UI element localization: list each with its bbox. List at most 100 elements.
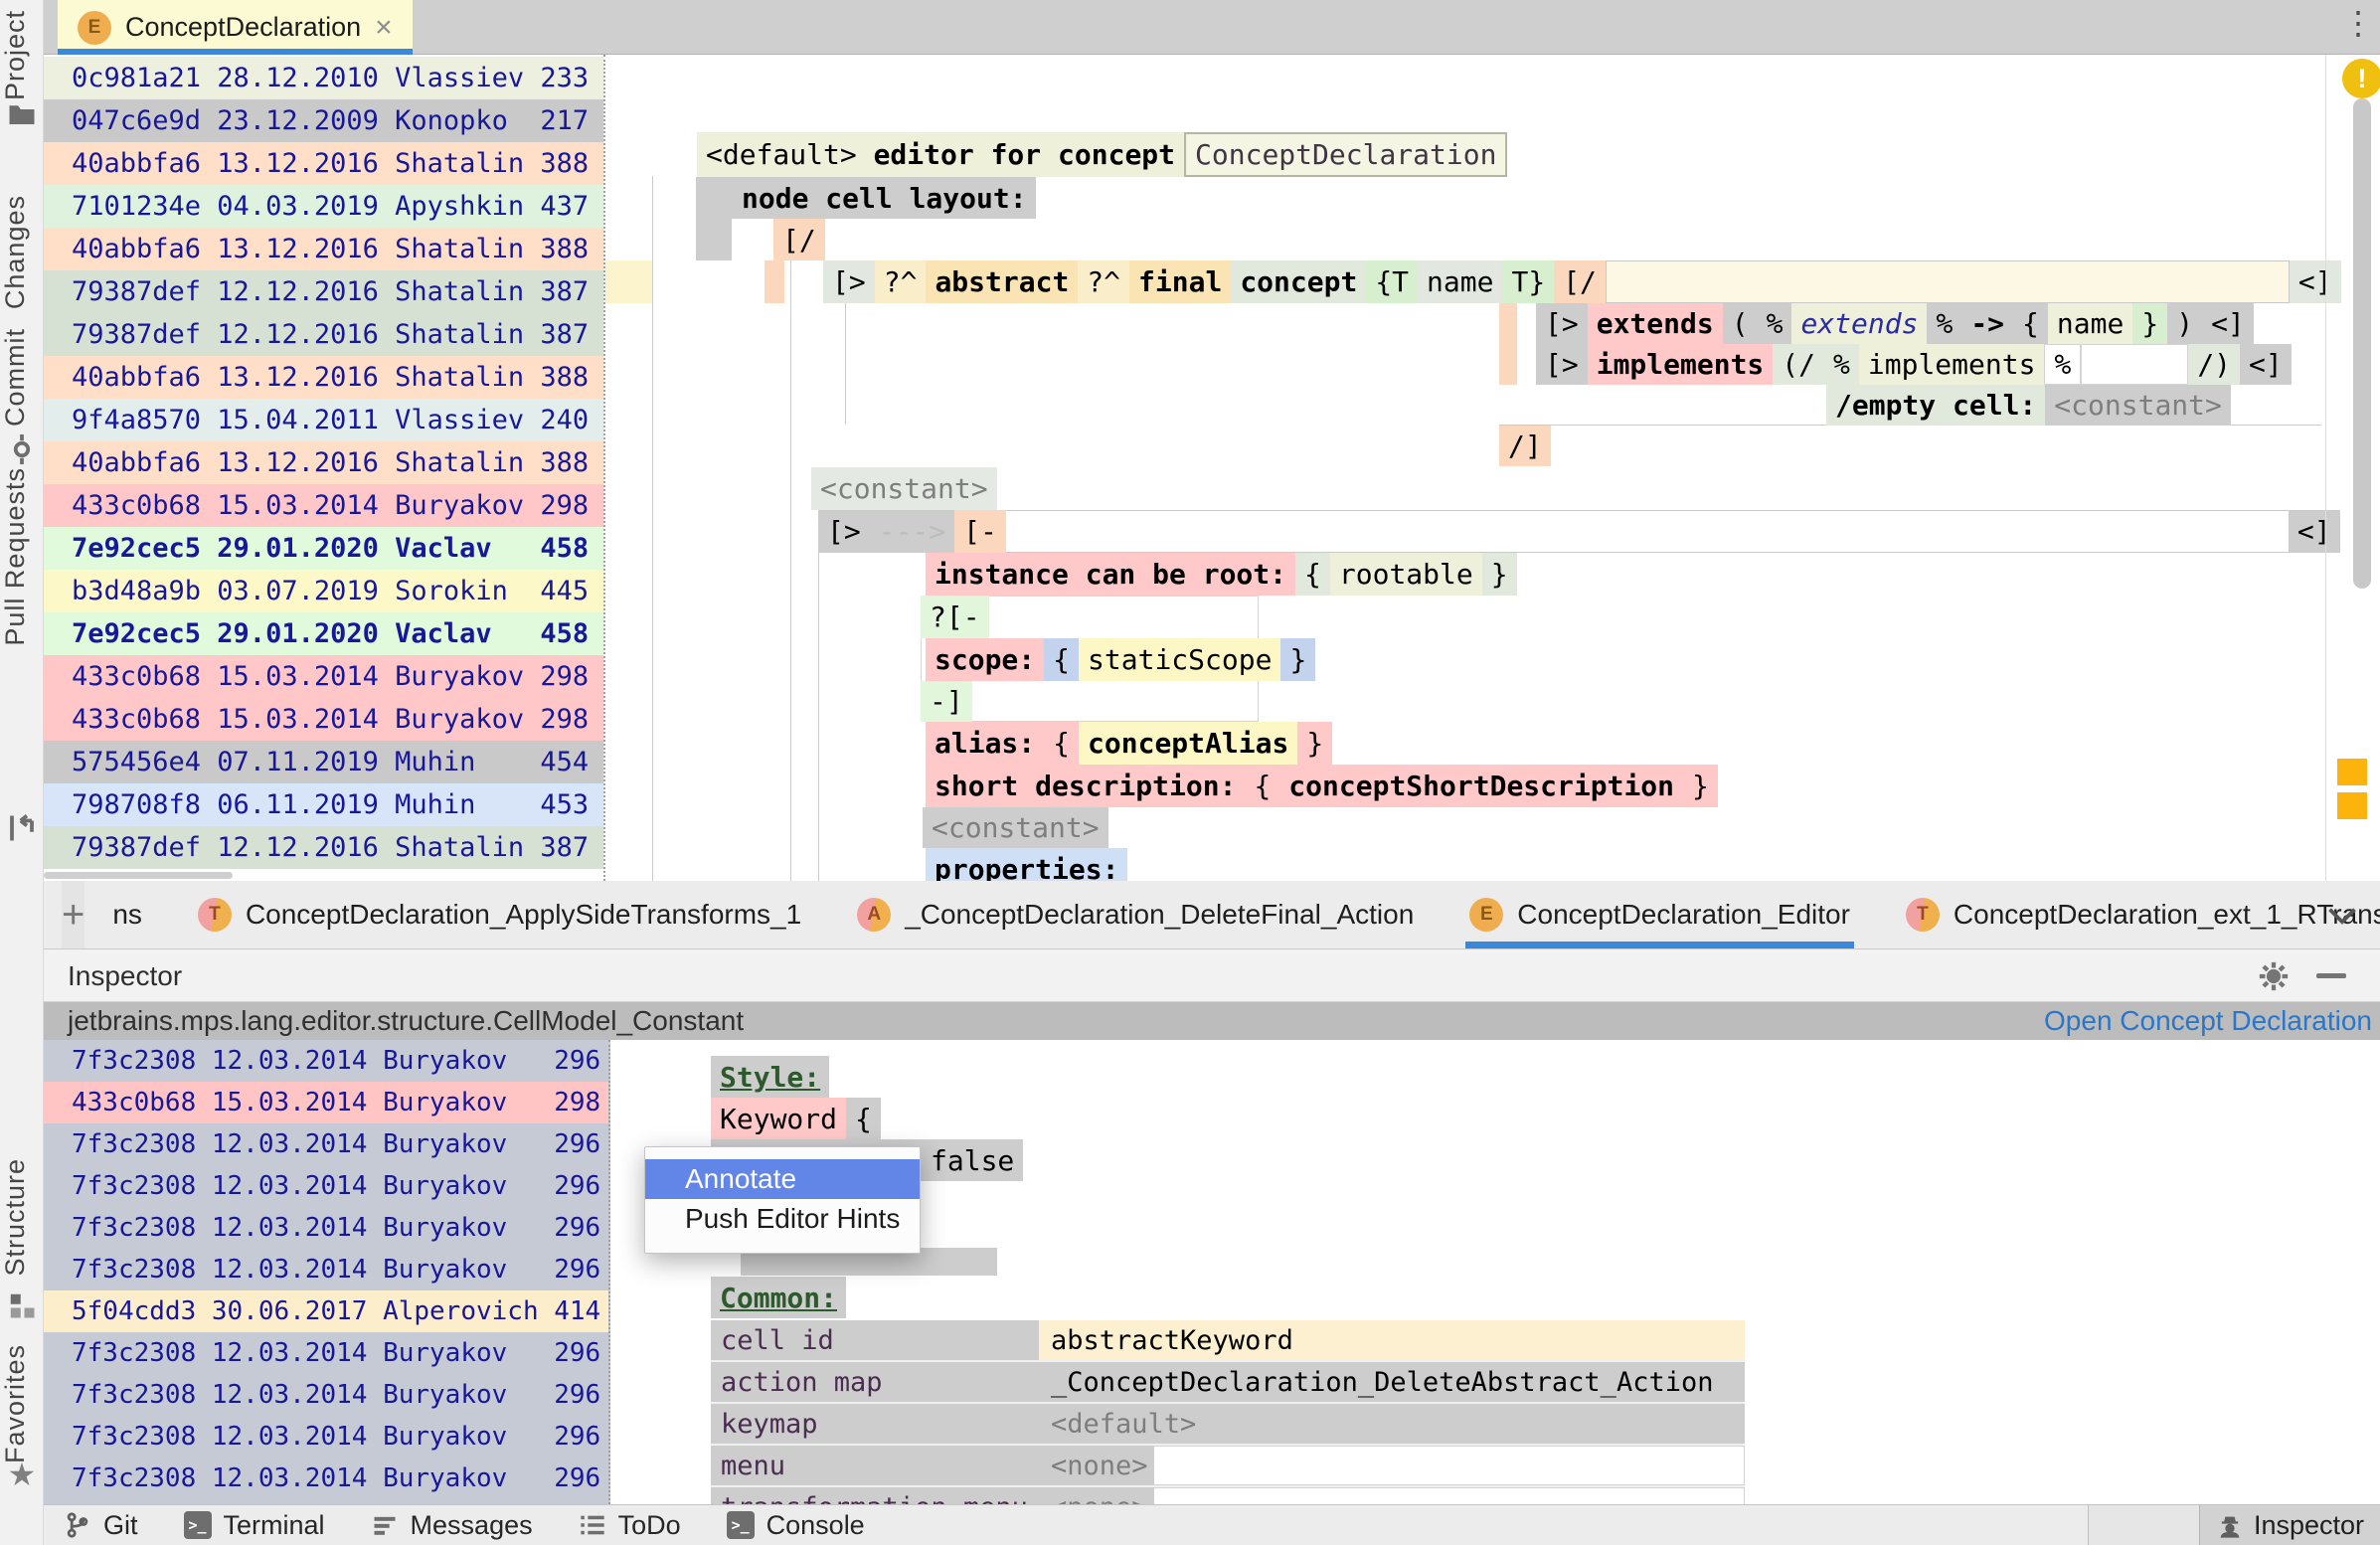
property-value[interactable]: <none> xyxy=(1039,1487,1745,1504)
editor-cell[interactable]: instance can be root: xyxy=(926,553,1295,596)
editor-cell[interactable]: -] xyxy=(921,681,972,722)
editor-cell[interactable] xyxy=(1006,510,2289,553)
statusbar-item-terminal[interactable]: >_Terminal xyxy=(184,1510,325,1541)
star-icon[interactable]: ★ xyxy=(7,1459,37,1489)
empty-cell[interactable] xyxy=(1154,1446,1745,1485)
blame-row[interactable]: 79387def 12.12.2016 Shatalin 387 xyxy=(44,826,603,869)
error-stripe-mark[interactable] xyxy=(2337,759,2367,785)
editor-cell[interactable]: ---> xyxy=(870,510,954,553)
blame-row[interactable]: 7f3c2308 12.03.2014 Buryakov 296 xyxy=(44,1458,608,1499)
blame-row[interactable]: b3d48a9b 03.07.2019 Sorokin 445 xyxy=(44,570,603,612)
blame-row[interactable]: 7f3c2308 12.03.2014 Buryakov 296 xyxy=(44,1207,608,1249)
editor-cell[interactable]: } xyxy=(1297,722,1332,765)
editor-cell[interactable] xyxy=(1606,260,2290,303)
editor-cell[interactable]: % xyxy=(1927,303,1961,344)
editor-cell[interactable]: ) xyxy=(2167,303,2202,344)
toolbar-pull-requests[interactable]: Pull Requests xyxy=(0,467,44,646)
blame-row[interactable]: 0c981a21 28.12.2010 Vlassiev 233 xyxy=(44,57,603,99)
tab-concept-declaration[interactable]: E ConceptDeclaration × xyxy=(58,0,413,55)
editor-cell[interactable]: ?^ xyxy=(1078,260,1129,303)
editor-cell[interactable]: ?[- xyxy=(921,596,989,638)
editor-cell[interactable]: /empty cell: xyxy=(1826,385,2045,426)
empty-cell[interactable] xyxy=(1154,1487,1745,1504)
gear-icon[interactable] xyxy=(2257,959,2291,993)
blame-row[interactable]: 433c0b68 15.03.2014 Buryakov 298 xyxy=(44,698,603,741)
property-value[interactable]: abstractKeyword xyxy=(1039,1320,1745,1362)
blame-row[interactable]: 79387def 12.12.2016 Shatalin 387 xyxy=(44,313,603,356)
editor-cell[interactable]: <constant> xyxy=(923,807,1108,848)
editor-cell[interactable]: { xyxy=(1245,765,1279,807)
blame-row[interactable]: 7f3c2308 12.03.2014 Buryakov 296 xyxy=(44,1249,608,1290)
property-value-text[interactable]: <none> xyxy=(1039,1487,1154,1504)
editor-cell[interactable]: { xyxy=(1044,722,1079,765)
inspector-blame-gutter[interactable]: 7f3c2308 12.03.2014 Buryakov 296433c0b68… xyxy=(44,1040,610,1504)
blame-row[interactable]: 79387def 12.12.2016 Shatalin 387 xyxy=(44,270,603,313)
blame-row[interactable]: 7f3c2308 12.03.2014 Buryakov 296 xyxy=(44,1165,608,1207)
blame-row[interactable]: 9f4a8570 15.04.2011 Vlassiev 240 xyxy=(44,399,603,441)
editor-cell[interactable]: { xyxy=(846,1098,881,1139)
editor-cell[interactable]: <constant> xyxy=(811,467,997,510)
editor-cell[interactable]: extends xyxy=(1588,303,1723,344)
blame-row[interactable]: 433c0b68 15.03.2014 Buryakov 298 xyxy=(44,1082,608,1123)
blame-row[interactable]: 7f3c2308 12.03.2014 Buryakov 296 xyxy=(44,1374,608,1416)
blame-row[interactable]: 433c0b68 15.03.2014 Buryakov 298 xyxy=(44,655,603,698)
editor-cell[interactable]: { xyxy=(1295,553,1330,596)
aspect-tab[interactable]: A_ConceptDeclaration_DeleteFinal_Action xyxy=(829,881,1442,948)
toolbar-project[interactable]: Project xyxy=(0,10,44,100)
editor-cell[interactable]: [> xyxy=(1536,303,1588,344)
toolbar-changes[interactable]: Changes xyxy=(0,195,44,309)
toolbar-structure[interactable]: Structure xyxy=(0,1158,44,1277)
editor-cell[interactable]: } xyxy=(1683,765,1718,807)
editor-cell[interactable]: } xyxy=(1482,553,1517,596)
blame-row[interactable]: 7e92cec5 29.01.2020 Vaclav 458 * xyxy=(44,527,603,570)
blame-row[interactable]: 7f3c2308 12.03.2014 Buryakov 296 xyxy=(44,1040,608,1082)
editor-cell[interactable]: ConceptDeclaration xyxy=(1184,132,1507,177)
editor-cell[interactable]: % xyxy=(2044,344,2081,385)
open-concept-declaration-link[interactable]: Open Concept Declaration xyxy=(2044,1005,2372,1037)
menu-item-annotate[interactable]: Annotate xyxy=(645,1159,920,1199)
horizontal-scrollbar-thumb[interactable] xyxy=(44,872,233,879)
aspect-tab[interactable]: ns xyxy=(85,881,170,948)
editor-cell[interactable]: (/ xyxy=(1773,344,1824,385)
warning-badge-icon[interactable]: ! xyxy=(2342,59,2380,98)
blame-row[interactable]: 7e92cec5 29.01.2020 Vaclav 458 * xyxy=(44,612,603,655)
structure-icon[interactable] xyxy=(7,1290,37,1320)
blame-row[interactable]: 575456e4 07.11.2019 Muhin 454 xyxy=(44,741,603,783)
editor-cell[interactable]: } xyxy=(1280,638,1315,681)
aspect-tab[interactable]: TConceptDeclaration_ApplySideTransforms_… xyxy=(170,881,829,948)
editor-cell[interactable]: staticScope xyxy=(1079,638,1280,681)
blame-row[interactable]: 40abbfa6 13.12.2016 Shatalin 388 xyxy=(44,228,603,270)
editor-cell[interactable]: name xyxy=(2048,303,2132,344)
editor-cell[interactable]: [/ xyxy=(1554,260,1606,303)
editor-cell[interactable]: T} xyxy=(1502,260,1554,303)
editor-cell[interactable]: [> xyxy=(818,510,870,553)
editor-cell[interactable]: <] xyxy=(2290,260,2341,303)
blame-row[interactable]: 40abbfa6 13.12.2016 Shatalin 388 xyxy=(44,356,603,399)
blame-row[interactable]: 7f3c2308 12.03.2014 Buryakov 296 xyxy=(44,1416,608,1458)
pull-request-icon[interactable] xyxy=(7,813,37,843)
editor-cell[interactable]: [/ xyxy=(773,219,825,260)
statusbar-item-messages[interactable]: Messages xyxy=(371,1510,533,1541)
editor-cell[interactable]: [> xyxy=(823,260,875,303)
inspector-statusbar-toggle[interactable]: Inspector xyxy=(2199,1505,2380,1545)
property-value-text[interactable]: <none> xyxy=(1039,1446,1154,1485)
editor-cell[interactable]: ?^ xyxy=(875,260,927,303)
editor-cell[interactable]: alias: xyxy=(926,722,1044,765)
editor-cell[interactable]: properties: xyxy=(926,848,1127,881)
blame-row[interactable]: 5f04cdd3 30.06.2017 Alperovich 414 xyxy=(44,1290,608,1332)
property-value[interactable]: <default> xyxy=(1039,1404,1745,1446)
editor-cell[interactable]: { xyxy=(1044,638,1079,681)
editor-cell[interactable]: node cell layout: xyxy=(696,177,1036,219)
toolbar-commit[interactable]: Commit xyxy=(0,328,44,427)
blame-row[interactable]: 433c0b68 15.03.2014 Buryakov 298 xyxy=(44,484,603,527)
editor-cell[interactable]: extends xyxy=(1791,303,1927,344)
statusbar-item-console[interactable]: >_Console xyxy=(727,1510,865,1541)
blame-row[interactable]: 7f3c2308 12.03.2014 Buryakov 296 xyxy=(44,1123,608,1165)
editor-cell[interactable]: ( xyxy=(1723,303,1758,344)
editor-cell[interactable]: {T xyxy=(1366,260,1418,303)
blame-row[interactable]: 7101234e 04.03.2019 Apyshkin 437 xyxy=(44,185,603,228)
editor-cell[interactable]: -> xyxy=(1961,303,2013,344)
editor-cell[interactable]: [> xyxy=(1536,344,1588,385)
editor-cell[interactable]: } xyxy=(2132,303,2167,344)
git-blame-gutter[interactable]: 0c981a21 28.12.2010 Vlassiev 233047c6e9d… xyxy=(44,55,605,881)
